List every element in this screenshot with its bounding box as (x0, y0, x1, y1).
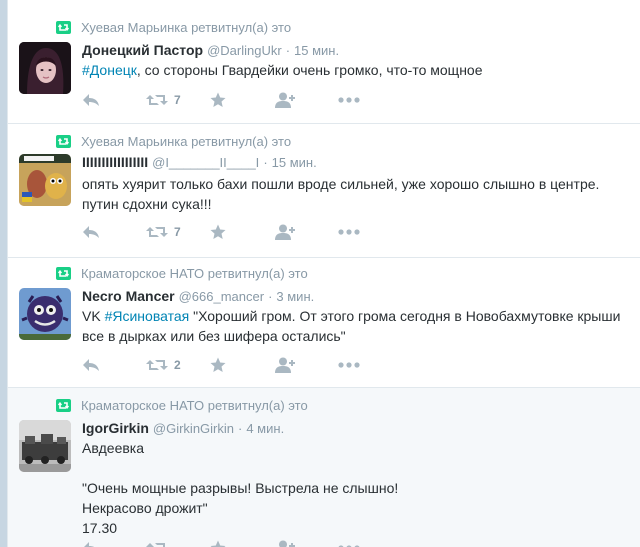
separator: · (285, 43, 291, 58)
star-icon (210, 540, 226, 547)
author-username[interactable]: @I_______II____I (152, 155, 259, 170)
star-icon (210, 224, 226, 239)
retweet-icon (146, 360, 168, 370)
avatar[interactable] (19, 154, 71, 206)
retweet-button[interactable] (146, 538, 210, 547)
tweet[interactable]: Краматорское НАТО ретвитнул(а) это IgorG… (8, 388, 640, 547)
timestamp[interactable]: 15 мин. (272, 155, 317, 170)
tweet-text: опять хуярит только бахи пошли вроде сил… (82, 174, 632, 214)
retweet-context-icon (56, 266, 71, 280)
tweet-header: IIIIIIIIIIIIIIIII @I_______II____I · 15 … (82, 154, 317, 172)
reply-icon (83, 226, 99, 238)
more-dots-icon (338, 362, 360, 368)
avatar[interactable] (19, 288, 71, 340)
retweet-button[interactable]: 2 (146, 355, 210, 375)
left-gutter (0, 0, 7, 547)
reply-icon (84, 542, 95, 547)
retweet-context-icon (56, 20, 71, 34)
more-button[interactable] (338, 538, 402, 547)
retweet-context[interactable]: Краматорское НАТО ретвитнул(а) это (56, 396, 308, 414)
retweeter-label: Хуевая Марьинка ретвитнул(а) это (81, 19, 292, 35)
follow-button[interactable] (274, 355, 338, 375)
timestamp[interactable]: 15 мин. (294, 43, 339, 58)
tweet-body: Авдеевка "Очень мощные разрывы! Выстрела… (82, 440, 399, 536)
tweet[interactable]: Хуевая Марьинка ретвитнул(а) это Донецки… (8, 0, 640, 124)
reply-button[interactable] (82, 538, 146, 547)
tweet-prefix: VK (82, 308, 105, 324)
tweet-text: Авдеевка "Очень мощные разрывы! Выстрела… (82, 438, 632, 538)
retweet-icon (146, 227, 168, 237)
follow-user-icon (279, 540, 295, 547)
reply-icon (83, 94, 99, 106)
favorite-button[interactable] (210, 538, 274, 547)
author-name[interactable]: Necro Mancer (82, 288, 175, 304)
follow-button[interactable] (274, 90, 338, 110)
star-icon (210, 357, 226, 372)
reply-button[interactable] (82, 222, 146, 242)
reply-button[interactable] (82, 90, 146, 110)
retweeter-label: Краматорское НАТО ретвитнул(а) это (81, 397, 308, 413)
hashtag-link[interactable]: #Донецк (82, 62, 137, 78)
tweet-actions: 2 (82, 355, 402, 375)
retweet-context[interactable]: Хуевая Марьинка ретвитнул(а) это (56, 18, 291, 36)
favorite-button[interactable] (210, 355, 274, 375)
more-button[interactable] (338, 222, 402, 242)
more-button[interactable] (338, 90, 402, 110)
tweet[interactable]: Хуевая Марьинка ретвитнул(а) это IIIIIII… (8, 124, 640, 258)
tweet-text: #Донецк, со стороны Гвардейки очень гром… (82, 60, 632, 80)
retweet-count: 7 (174, 225, 181, 239)
author-username[interactable]: @666_mancer (179, 289, 264, 304)
reply-button[interactable] (82, 355, 146, 375)
author-name[interactable]: IIIIIIIIIIIIIIIII (82, 154, 148, 170)
retweet-context-icon (56, 398, 71, 412)
tweet-header: Necro Mancer @666_mancer · 3 мин. (82, 288, 314, 306)
retweet-context[interactable]: Хуевая Марьинка ретвитнул(а) это (56, 132, 291, 150)
timestamp[interactable]: 3 мин. (276, 289, 314, 304)
retweet-context[interactable]: Краматорское НАТО ретвитнул(а) это (56, 264, 308, 282)
timestamp[interactable]: 4 мин. (246, 421, 284, 436)
avatar[interactable] (19, 420, 71, 472)
tweet-actions: 7 (82, 222, 402, 242)
timeline: Хуевая Марьинка ретвитнул(а) это Донецки… (7, 0, 640, 547)
separator: · (268, 289, 273, 304)
tweet-actions (82, 538, 402, 547)
separator: · (238, 421, 243, 436)
author-username[interactable]: @DarlingUkr (207, 43, 282, 58)
retweet-count: 7 (174, 93, 181, 107)
tweet-text: VK #Ясиноватая "Хороший гром. От этого г… (82, 306, 632, 346)
retweeter-label: Краматорское НАТО ретвитнул(а) это (81, 265, 308, 281)
avatar[interactable] (19, 42, 71, 94)
retweet-button[interactable]: 7 (146, 90, 210, 110)
follow-user-icon (275, 92, 295, 108)
retweet-count: 2 (174, 358, 181, 372)
tweet-body: , со стороны Гвардейки очень громко, что… (136, 62, 483, 78)
star-icon (210, 92, 226, 107)
more-dots-icon (338, 97, 360, 103)
follow-button[interactable] (274, 222, 338, 242)
tweet-body: опять хуярит только бахи пошли вроде сил… (82, 176, 600, 212)
author-username[interactable]: @GirkinGirkin (153, 421, 234, 436)
more-dots-icon (338, 229, 360, 235)
author-name[interactable]: Донецкий Пастор (82, 42, 203, 58)
hashtag-link[interactable]: #Ясиноватая (105, 308, 190, 324)
tweet-header: Донецкий Пастор @DarlingUkr · 15 мин. (82, 42, 339, 60)
reply-icon (83, 359, 99, 371)
separator: · (263, 155, 268, 170)
retweeter-label: Хуевая Марьинка ретвитнул(а) это (81, 133, 292, 149)
follow-button[interactable] (274, 538, 338, 547)
favorite-button[interactable] (210, 222, 274, 242)
retweet-button[interactable]: 7 (146, 222, 210, 242)
follow-user-icon (275, 357, 295, 373)
author-name[interactable]: IgorGirkin (82, 420, 149, 436)
favorite-button[interactable] (210, 90, 274, 110)
retweet-context-icon (56, 134, 71, 148)
tweet[interactable]: Краматорское НАТО ретвитнул(а) это Necro… (8, 258, 640, 388)
tweet-actions: 7 (82, 90, 402, 110)
tweet-header: IgorGirkin @GirkinGirkin · 4 мин. (82, 420, 284, 438)
retweet-icon (146, 543, 165, 547)
more-button[interactable] (338, 355, 402, 375)
follow-user-icon (275, 224, 295, 240)
retweet-icon (146, 95, 168, 105)
